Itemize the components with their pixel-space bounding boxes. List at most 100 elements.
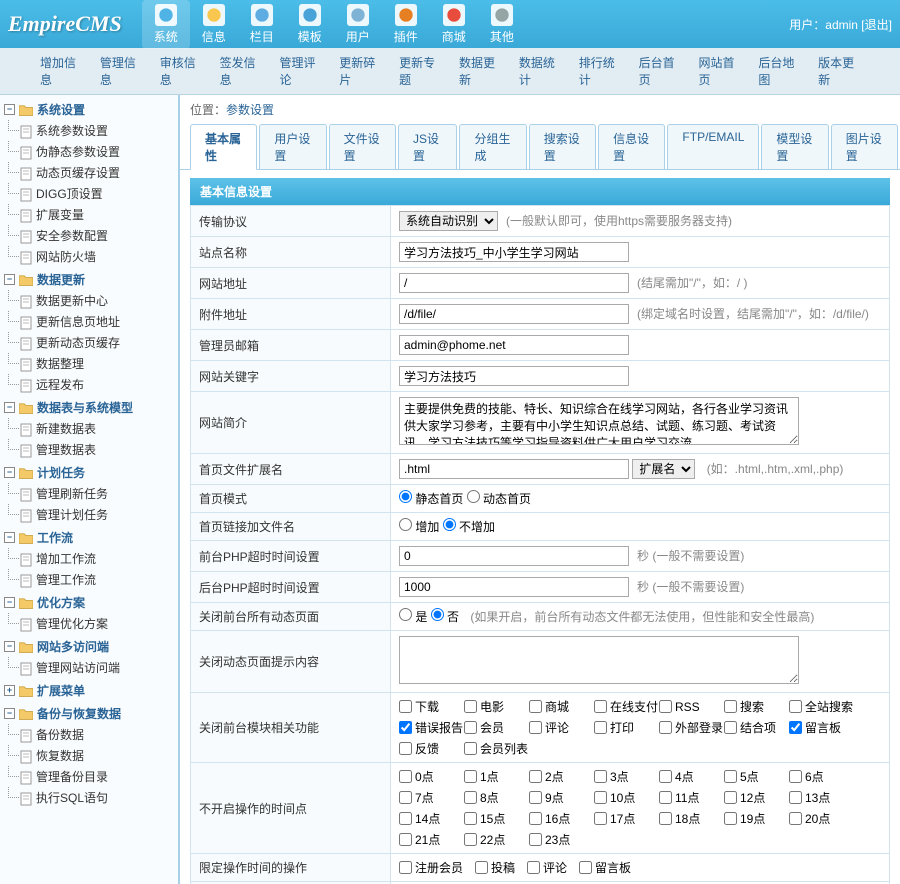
tree-item[interactable]: 数据更新中心: [0, 290, 178, 311]
hour-cb[interactable]: [724, 770, 737, 783]
closemod-cb[interactable]: [659, 700, 672, 713]
tree-toggle-icon[interactable]: −: [4, 402, 15, 413]
email-input[interactable]: [399, 335, 629, 355]
closemod-cb[interactable]: [464, 721, 477, 734]
submenu-item[interactable]: 更新专题: [399, 54, 441, 88]
tree-item[interactable]: 恢复数据: [0, 745, 178, 766]
hour-cb[interactable]: [464, 812, 477, 825]
tree-group-header[interactable]: −工作流: [0, 527, 178, 548]
closemod-cb[interactable]: [594, 700, 607, 713]
topnav-用户[interactable]: 用户: [334, 0, 382, 49]
hour-cb[interactable]: [594, 812, 607, 825]
submenu-item[interactable]: 更新碎片: [339, 54, 381, 88]
closedyn-yes-radio[interactable]: [399, 608, 412, 621]
submenu-item[interactable]: 签发信息: [220, 54, 262, 88]
closemod-cb[interactable]: [789, 721, 802, 734]
tree-item[interactable]: 系统参数设置: [0, 120, 178, 141]
closemsg-textarea[interactable]: [399, 636, 799, 684]
closemod-cb[interactable]: [529, 700, 542, 713]
submenu-item[interactable]: 版本更新: [818, 54, 860, 88]
intro-textarea[interactable]: 主要提供免费的技能、特长、知识综合在线学习网站，各行各业学习资讯供大家学习参考，…: [399, 397, 799, 445]
tree-item[interactable]: 备份数据: [0, 724, 178, 745]
submenu-item[interactable]: 管理信息: [100, 54, 142, 88]
siteurl-input[interactable]: [399, 273, 629, 293]
tree-toggle-icon[interactable]: −: [4, 467, 15, 478]
closedyn-no-radio[interactable]: [431, 608, 444, 621]
topnav-信息[interactable]: 信息: [190, 0, 238, 49]
hour-cb[interactable]: [399, 770, 412, 783]
tree-group-header[interactable]: −系统设置: [0, 99, 178, 120]
hour-cb[interactable]: [594, 791, 607, 804]
closemod-cb[interactable]: [399, 700, 412, 713]
closemod-cb[interactable]: [529, 721, 542, 734]
tab-用户设置[interactable]: 用户设置: [259, 124, 326, 169]
sitename-input[interactable]: [399, 242, 629, 262]
tree-toggle-icon[interactable]: −: [4, 104, 15, 115]
submenu-item[interactable]: 管理评论: [279, 54, 321, 88]
limitop-cb[interactable]: [527, 861, 540, 874]
tree-group-header[interactable]: −优化方案: [0, 592, 178, 613]
hour-cb[interactable]: [659, 770, 672, 783]
keywords-input[interactable]: [399, 366, 629, 386]
tree-group-header[interactable]: −数据表与系统模型: [0, 397, 178, 418]
topnav-模板[interactable]: 模板: [286, 0, 334, 49]
tree-item[interactable]: 管理优化方案: [0, 613, 178, 634]
logout-link[interactable]: 退出: [865, 18, 889, 32]
hour-cb[interactable]: [399, 791, 412, 804]
fronttime-input[interactable]: [399, 546, 629, 566]
tree-item[interactable]: 更新动态页缓存: [0, 332, 178, 353]
hour-cb[interactable]: [789, 791, 802, 804]
link-noadd-radio[interactable]: [443, 518, 456, 531]
breadcrumb-link[interactable]: 参数设置: [226, 103, 274, 117]
tree-item[interactable]: DIGG顶设置: [0, 183, 178, 204]
submenu-item[interactable]: 审核信息: [160, 54, 202, 88]
submenu-item[interactable]: 后台地图: [758, 54, 800, 88]
tab-模型设置[interactable]: 模型设置: [761, 124, 828, 169]
hour-cb[interactable]: [464, 833, 477, 846]
limitop-cb[interactable]: [399, 861, 412, 874]
tab-JS设置[interactable]: JS设置: [398, 124, 458, 169]
tree-item[interactable]: 执行SQL语句: [0, 787, 178, 808]
limitop-cb[interactable]: [475, 861, 488, 874]
tree-group-header[interactable]: −数据更新: [0, 269, 178, 290]
ext-select[interactable]: 扩展名: [632, 459, 695, 479]
tab-FTP/EMAIL[interactable]: FTP/EMAIL: [667, 124, 759, 169]
hour-cb[interactable]: [659, 791, 672, 804]
submenu-item[interactable]: 网站首页: [698, 54, 740, 88]
closemod-cb[interactable]: [789, 700, 802, 713]
hour-cb[interactable]: [399, 812, 412, 825]
hour-cb[interactable]: [724, 791, 737, 804]
tab-图片设置[interactable]: 图片设置: [831, 124, 898, 169]
hour-cb[interactable]: [529, 812, 542, 825]
tree-toggle-icon[interactable]: −: [4, 641, 15, 652]
tree-group-header[interactable]: −备份与恢复数据: [0, 703, 178, 724]
tree-toggle-icon[interactable]: −: [4, 708, 15, 719]
hour-cb[interactable]: [464, 791, 477, 804]
backtime-input[interactable]: [399, 577, 629, 597]
tree-item[interactable]: 数据整理: [0, 353, 178, 374]
tree-item[interactable]: 动态页缓存设置: [0, 162, 178, 183]
hour-cb[interactable]: [529, 770, 542, 783]
closemod-cb[interactable]: [724, 721, 737, 734]
tree-toggle-icon[interactable]: −: [4, 597, 15, 608]
closemod-cb[interactable]: [399, 742, 412, 755]
link-add-radio[interactable]: [399, 518, 412, 531]
mode-static-radio[interactable]: [399, 490, 412, 503]
tab-搜索设置[interactable]: 搜索设置: [529, 124, 596, 169]
topnav-栏目[interactable]: 栏目: [238, 0, 286, 49]
tree-item[interactable]: 管理数据表: [0, 439, 178, 460]
closemod-cb[interactable]: [464, 700, 477, 713]
mode-dynamic-radio[interactable]: [467, 490, 480, 503]
topnav-插件[interactable]: 插件: [382, 0, 430, 49]
tree-item[interactable]: 伪静态参数设置: [0, 141, 178, 162]
tree-item[interactable]: 管理网站访问端: [0, 657, 178, 678]
tree-item[interactable]: 新建数据表: [0, 418, 178, 439]
closemod-cb[interactable]: [464, 742, 477, 755]
tree-item[interactable]: 管理备份目录: [0, 766, 178, 787]
tree-item[interactable]: 安全参数配置: [0, 225, 178, 246]
tab-文件设置[interactable]: 文件设置: [329, 124, 396, 169]
tab-分组生成[interactable]: 分组生成: [459, 124, 526, 169]
tree-toggle-icon[interactable]: −: [4, 532, 15, 543]
submenu-item[interactable]: 数据统计: [519, 54, 561, 88]
hour-cb[interactable]: [594, 770, 607, 783]
